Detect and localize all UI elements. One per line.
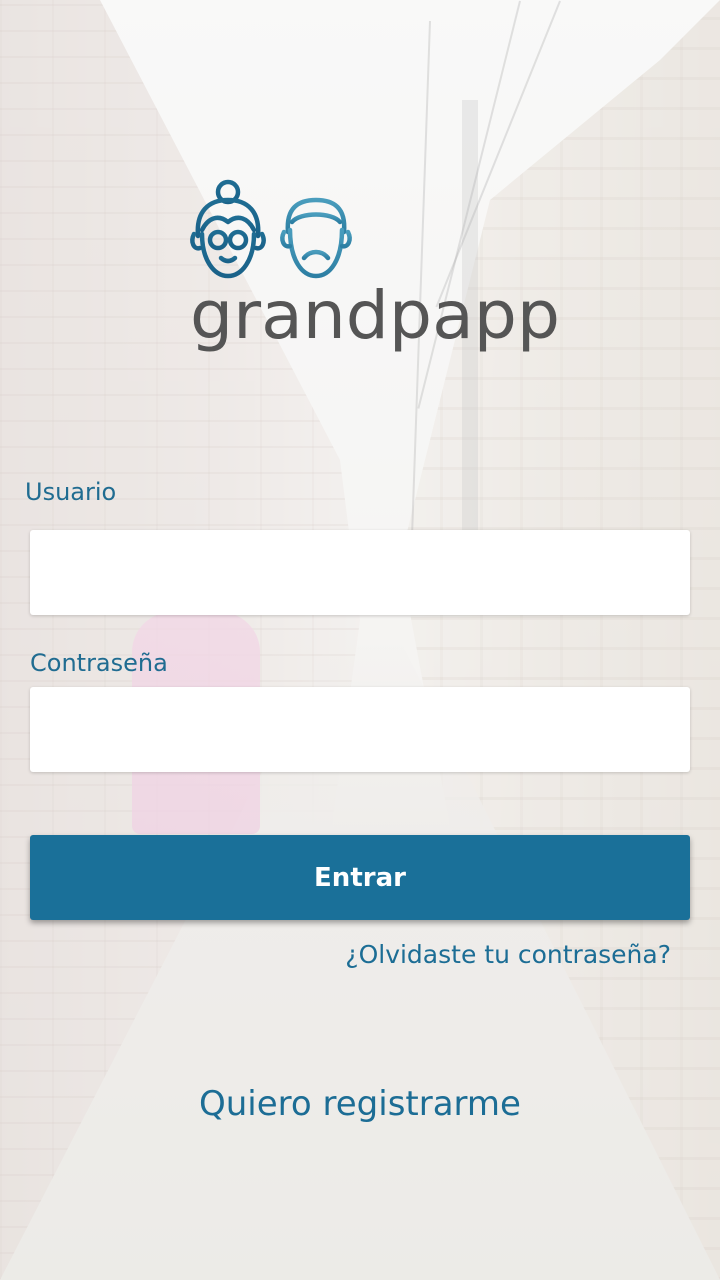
app-wordmark: grandpapp	[190, 282, 560, 354]
username-label: Usuario	[25, 478, 117, 506]
login-screen: grandpapp Usuario Contraseña Entrar ¿Olv…	[0, 0, 720, 1280]
password-label: Contraseña	[30, 649, 168, 677]
register-link[interactable]: Quiero registrarme	[0, 1084, 720, 1124]
password-input[interactable]	[30, 687, 690, 772]
app-name: grandpapp	[190, 282, 560, 354]
grandma-face-icon	[190, 179, 266, 279]
username-input[interactable]	[30, 530, 690, 615]
grandpa-face-icon	[280, 197, 352, 279]
forgot-password-link[interactable]: ¿Olvidaste tu contraseña?	[345, 940, 671, 969]
login-button[interactable]: Entrar	[30, 835, 690, 920]
logo-icons	[190, 179, 352, 279]
